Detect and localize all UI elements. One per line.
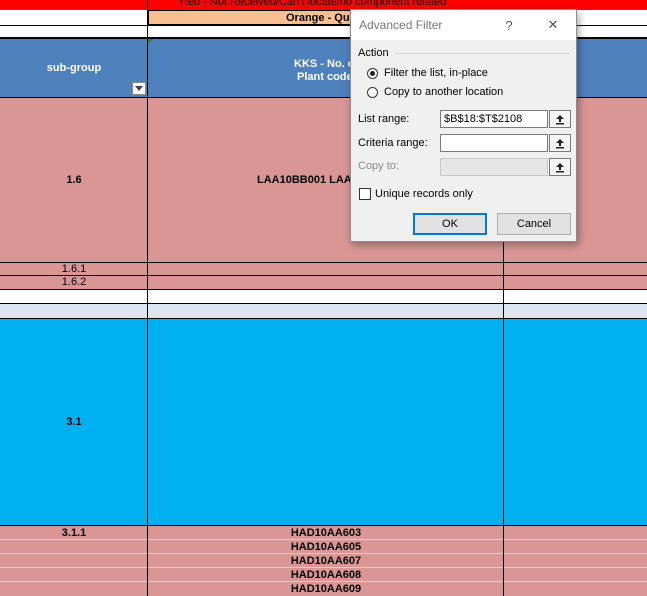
collapse-dialog-icon (556, 162, 564, 172)
cell-text: 1.6.1 (61, 262, 87, 275)
column-border (147, 0, 148, 596)
row-border (0, 303, 647, 304)
kks-row[interactable]: HAD10AA608 (148, 568, 504, 582)
help-button[interactable]: ? (498, 15, 520, 35)
chevron-down-icon (135, 86, 143, 91)
help-icon: ? (505, 17, 513, 33)
dialog-title: Advanced Filter (359, 18, 443, 32)
cell-col3-3-1[interactable] (504, 318, 647, 525)
criteria-range-input[interactable] (440, 134, 548, 152)
copy-to-label: Copy to: (358, 160, 399, 172)
kks-row[interactable]: HAD10AA609 (148, 582, 504, 596)
row-border (0, 525, 647, 526)
row-border (0, 275, 647, 276)
dialog-titlebar[interactable]: Advanced Filter ? ✕ (351, 10, 576, 40)
advanced-filter-dialog: Advanced Filter ? ✕ Action Filter the li… (350, 9, 577, 242)
cell-text: HAD10AA608 (290, 569, 362, 581)
row-border (0, 262, 647, 263)
cell-col3-1-6-2[interactable] (504, 275, 647, 289)
copy-to-input[interactable] (440, 158, 548, 176)
legend-red-text: Red - Not Received/Can't locate/no compo… (180, 0, 447, 8)
collapse-dialog-icon (556, 114, 564, 124)
cell-kks-1-6-1[interactable] (148, 262, 504, 275)
cell-subgroup-1-6[interactable]: 1.6 (0, 97, 148, 262)
close-icon: ✕ (547, 17, 559, 32)
kks-row[interactable]: HAD10AA605 (148, 540, 504, 554)
action-group-label: Action (358, 47, 389, 59)
legend-orange-text: Orange - Qu (286, 11, 350, 24)
filter-in-place-radio[interactable] (367, 68, 378, 79)
row-border (0, 289, 647, 290)
gridline (0, 567, 647, 568)
cell-col3-3-1-1-block (504, 525, 647, 596)
ok-button[interactable]: OK (413, 213, 487, 235)
copy-to-location-label[interactable]: Copy to another location (384, 86, 503, 98)
cell-col3-1-6-1[interactable] (504, 262, 647, 275)
cell-text: HAD10AA607 (290, 555, 362, 567)
cell-subgroup-1-6-1[interactable]: 1.6.1 (0, 262, 148, 275)
unique-records-label[interactable]: Unique records only (375, 188, 473, 200)
header-subgroup[interactable]: sub-group (0, 38, 148, 97)
header-kks-line2: Plant code (297, 71, 353, 83)
cell-empty-row[interactable] (0, 289, 647, 303)
kks-row[interactable]: HAD10AA603 (148, 526, 504, 540)
cell-empty-row-grey[interactable] (0, 303, 647, 318)
gridline (0, 553, 647, 554)
gridline (0, 539, 647, 540)
copy-to-location-radio[interactable] (367, 87, 378, 98)
header-kks-line1: KKS - No. c (294, 58, 354, 70)
cell-subgroup-1-6-2[interactable]: 1.6.2 (0, 275, 148, 289)
cell-text: 1.6 (66, 173, 82, 186)
criteria-range-label: Criteria range: (358, 137, 428, 149)
gridline (0, 581, 647, 582)
unique-records-checkbox[interactable] (359, 188, 371, 200)
cell-subgroup-3-1[interactable]: 3.1 (0, 318, 148, 525)
cell-text: LAA10BB001 LAA (257, 173, 352, 186)
cancel-button[interactable]: Cancel (497, 213, 571, 235)
criteria-range-collapse-button[interactable] (549, 134, 571, 152)
cell-text: 3.1.1 (61, 527, 87, 539)
cell-text: HAD10AA605 (290, 541, 362, 553)
copy-to-collapse-button[interactable] (549, 158, 571, 176)
cell-text: 3.1 (66, 415, 82, 428)
cell-text: 1.6.2 (61, 276, 87, 288)
action-group-divider (395, 53, 569, 54)
filter-dropdown-button[interactable] (132, 82, 146, 95)
list-range-label: List range: (358, 113, 410, 125)
cell-text: HAD10AA603 (290, 527, 362, 539)
header-subgroup-label: sub-group (46, 61, 102, 74)
cell-kks-3-1[interactable] (148, 318, 504, 525)
kks-row[interactable]: HAD10AA607 (148, 554, 504, 568)
list-range-input[interactable]: $B$18:$T$2108 (440, 110, 548, 128)
list-range-collapse-button[interactable] (549, 110, 571, 128)
cell-subgroup-3-1-1[interactable]: 3.1.1 (0, 525, 148, 596)
close-button[interactable]: ✕ (542, 15, 564, 35)
cell-text: HAD10AA609 (290, 583, 362, 595)
filter-in-place-label[interactable]: Filter the list, in-place (384, 67, 488, 79)
collapse-dialog-icon (556, 138, 564, 148)
row-border (0, 318, 647, 319)
cell-kks-1-6-2[interactable] (148, 275, 504, 289)
